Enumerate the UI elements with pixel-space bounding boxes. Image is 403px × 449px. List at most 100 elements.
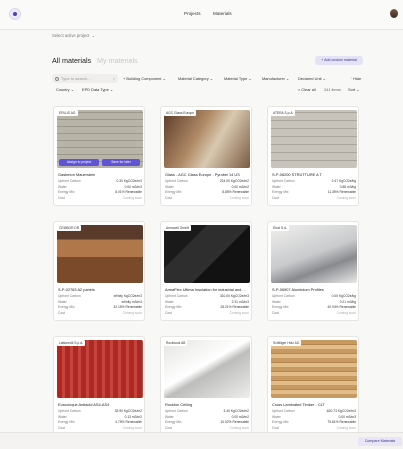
energy-mix-label: Energy Mix (272, 305, 289, 309)
water-value: 0.13 m3/m2 (124, 414, 142, 419)
material-title[interactable]: Cross Laminated Timber - CLT (272, 402, 356, 407)
add-custom-material-button[interactable]: + Add custom material (315, 56, 363, 65)
energy-mix-row: Energy Mix 75.81% Renewable (272, 420, 356, 425)
water-label: Water (165, 414, 174, 419)
chevron-down-icon: ⌄ (91, 33, 95, 38)
cost-label: Cost (165, 195, 172, 200)
upfront-carbon-label: Upfront Carbon (58, 294, 81, 298)
material-card[interactable]: Rockwool AB Rockfon Ceiling Upfront Carbon… (160, 336, 252, 436)
material-card[interactable]: Eloxi S.A. S-P-06907 Aluminium Profiles Up… (267, 221, 359, 321)
manufacturer-tag: ERLUS AG (57, 110, 78, 116)
manufacturer-tag: AGC Glass Europe (164, 110, 197, 116)
clear-all-button[interactable]: × Clear all (298, 86, 316, 94)
material-title[interactable]: ArmaFlex Ultima Insulation for industria… (165, 287, 249, 292)
material-image (164, 340, 250, 398)
filter-declared-unit[interactable]: Declared Unit ⌄ (298, 74, 326, 83)
upfront-carbon-label: Upfront Carbon (165, 294, 188, 298)
water-label: Water (272, 299, 281, 304)
material-title[interactable]: Gasbeton Mauerstein (58, 172, 142, 177)
tab-my-materials[interactable]: My materials (97, 56, 138, 65)
material-card[interactable]: Schilliger Holz AG Cross Laminated Timber… (267, 336, 359, 436)
save-for-later-button[interactable]: Save for later (102, 159, 140, 166)
material-image (271, 110, 357, 168)
filter-material-type[interactable]: Material Type ⌄ (224, 74, 252, 83)
sort-dropdown[interactable]: Sort ⌄ (348, 86, 359, 94)
energy-mix-row: Energy Mix 4.75% Renewable (58, 420, 142, 425)
cost-label: Cost (58, 425, 65, 430)
water-row: Water 2.31 m3/m3 (165, 300, 249, 305)
nav-materials[interactable]: Materials (213, 11, 232, 16)
water-label: Water (165, 299, 174, 304)
upfront-carbon-row: Upfront Carbon 33.90 KgCO2e/m2 (58, 409, 142, 414)
water-label: Water (272, 414, 281, 419)
manufacturer-tag: ATERA S.p.A. (271, 110, 296, 116)
water-label: Water (272, 184, 281, 189)
energy-mix-label: Energy Mix (165, 420, 182, 424)
cost-row: Cost Coming soon (58, 196, 142, 201)
manufacturer-tag: Rockwool AB (164, 340, 188, 346)
energy-mix-label: Energy Mix (58, 305, 75, 309)
upfront-carbon-value: 310.00 KgCO2e/m3 (219, 294, 249, 298)
avatar[interactable] (390, 9, 398, 18)
water-row: Water 0.00 m3/m2 (165, 415, 249, 420)
tab-all-materials[interactable]: All materials (52, 56, 91, 65)
cost-value: Coming soon (229, 195, 249, 200)
energy-mix-value: 28.21% Renewable (220, 305, 249, 309)
water-value: 0.00 m3/m2 (231, 414, 249, 419)
upfront-carbon-value: 0.30 KgCO2e/m3 (116, 179, 142, 183)
material-image (271, 225, 357, 283)
energy-mix-label: Energy Mix (58, 420, 75, 424)
water-value: 0.21 m3/kg (339, 299, 356, 304)
energy-mix-value: 75.81% Renewable (327, 420, 356, 424)
material-title[interactable]: S-P-06200 STRUTTURE A T (272, 172, 356, 177)
logo-icon[interactable] (9, 8, 21, 20)
water-row: Water 0.00 m3/m3 (58, 185, 142, 190)
cost-label: Cost (272, 195, 279, 200)
energy-mix-value: 11.35% Renewable (327, 190, 356, 194)
cost-value: Coming soon (229, 310, 249, 315)
search-input[interactable]: Type to search... × (52, 74, 118, 83)
energy-mix-label: Energy Mix (272, 420, 289, 424)
energy-mix-row: Energy Mix 28.21% Renewable (165, 305, 249, 310)
material-card[interactable]: ATERA S.p.A. S-P-06200 STRUTTURE A T Upfro… (267, 106, 359, 206)
water-value: 0.00 m3/m2 (231, 184, 249, 189)
material-card[interactable]: CEMBOR DR S-P-02763 A2 panels Upfront Carb… (53, 221, 145, 321)
water-value: 0.00 m3/m3 (338, 414, 356, 419)
search-placeholder: Type to search... (61, 76, 91, 81)
cost-row: Cost Coming soon (272, 196, 356, 201)
upfront-carbon-row: Upfront Carbon -620.73 KgCO2e/m3 (272, 409, 356, 414)
energy-mix-row: Energy Mix 8.85% Renewable (165, 190, 249, 195)
material-card[interactable]: Armacell GmbH ArmaFlex Ultima Insulation … (160, 221, 252, 321)
clear-search-icon[interactable]: × (113, 74, 115, 83)
filter-building-component[interactable]: + Building Component ⌄ (123, 74, 166, 83)
upfront-carbon-label: Upfront Carbon (272, 294, 295, 298)
filter-manufacturer[interactable]: Manufacturer ⌄ (262, 74, 289, 83)
upfront-carbon-label: Upfront Carbon (58, 409, 81, 413)
material-title[interactable]: Glass - AGC Glass Europe - Pyrobel 14 US (165, 172, 249, 177)
filter-country[interactable]: Country ⌄ (56, 86, 74, 94)
compare-materials-button[interactable]: Compare Materials (358, 437, 402, 446)
material-card[interactable]: Lattonedil S.p.A. Eurocinque Antiacid AS4… (53, 336, 145, 436)
manufacturer-tag: Schilliger Holz AG (271, 340, 302, 346)
energy-mix-label: Energy Mix (165, 305, 182, 309)
material-card[interactable]: ERLUS AG Assign to project Save for later G… (53, 106, 145, 206)
material-title[interactable]: S-P-02763 A2 panels (58, 287, 142, 292)
material-title[interactable]: S-P-06907 Aluminium Profiles (272, 287, 356, 292)
upfront-carbon-row: Upfront Carbon 3.40 KgCO2e/m2 (165, 409, 249, 414)
filter-epd-data-type[interactable]: EPD Data Type ⌄ (82, 86, 113, 94)
material-title[interactable]: Eurocinque Antiacid AS4-AS4 (58, 402, 142, 407)
material-card[interactable]: AGC Glass Europe Glass - AGC Glass Europe… (160, 106, 252, 206)
filter-material-category[interactable]: Material Category ⌄ (178, 74, 213, 83)
upfront-carbon-label: Upfront Carbon (272, 179, 295, 183)
cost-label: Cost (58, 195, 65, 200)
assign-to-project-button[interactable]: Assign to project (59, 159, 99, 166)
energy-mix-value: 32.15% Renewable (113, 305, 142, 309)
manufacturer-tag: Eloxi S.A. (271, 225, 290, 231)
hide-filters-button[interactable]: ⁻ Hide (350, 74, 361, 83)
nav-projects[interactable]: Projects (184, 11, 201, 16)
item-count: 241 items (324, 87, 341, 92)
upfront-carbon-value: 3.40 KgCO2e/m2 (223, 409, 249, 413)
project-selector[interactable]: Select active project ⌄ (52, 33, 95, 38)
material-title[interactable]: Rockfon Ceiling (165, 402, 249, 407)
upfront-carbon-row: Upfront Carbon 224.00 KgCO2e/m2 (165, 179, 249, 184)
